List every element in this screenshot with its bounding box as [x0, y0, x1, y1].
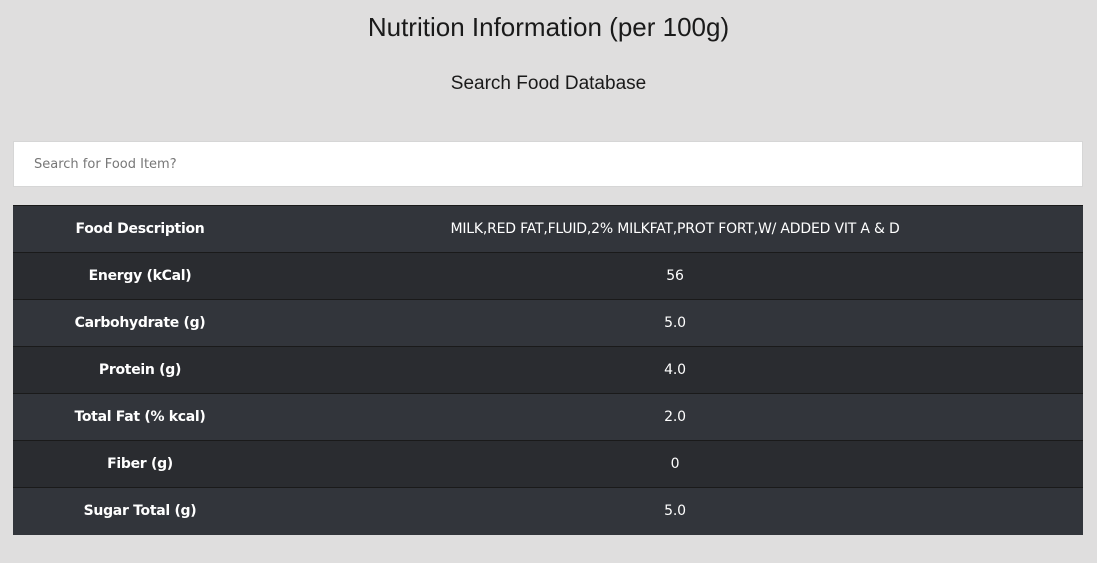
row-value: 5.0 — [267, 487, 1083, 535]
page-title: Nutrition Information (per 100g) — [367, 12, 730, 42]
row-value: MILK,RED FAT,FLUID,2% MILKFAT,PROT FORT,… — [267, 205, 1083, 253]
row-label: Energy (kCal) — [13, 252, 267, 300]
table-row-protein: Protein (g) 4.0 — [13, 346, 1083, 394]
row-label: Carbohydrate (g) — [13, 299, 267, 347]
row-label: Sugar Total (g) — [13, 487, 267, 535]
row-value: 4.0 — [267, 346, 1083, 394]
row-value: 2.0 — [267, 393, 1083, 441]
row-label: Fiber (g) — [13, 440, 267, 488]
table-row-total-fat: Total Fat (% kcal) 2.0 — [13, 393, 1083, 441]
table-row-carbohydrate: Carbohydrate (g) 5.0 — [13, 299, 1083, 347]
search-input[interactable] — [13, 141, 1083, 187]
nutrition-table: Food Description MILK,RED FAT,FLUID,2% M… — [13, 205, 1083, 535]
row-label: Protein (g) — [13, 346, 267, 394]
table-row-fiber: Fiber (g) 0 — [13, 440, 1083, 488]
row-value: 5.0 — [267, 299, 1083, 347]
table-row-energy: Energy (kCal) 56 — [13, 252, 1083, 300]
row-value: 56 — [267, 252, 1083, 300]
table-row-sugar-total: Sugar Total (g) 5.0 — [13, 487, 1083, 535]
row-label: Food Description — [13, 205, 267, 253]
row-label: Total Fat (% kcal) — [13, 393, 267, 441]
page-subtitle: Search Food Database — [450, 73, 647, 94]
row-value: 0 — [267, 440, 1083, 488]
table-row-food-description: Food Description MILK,RED FAT,FLUID,2% M… — [13, 205, 1083, 253]
